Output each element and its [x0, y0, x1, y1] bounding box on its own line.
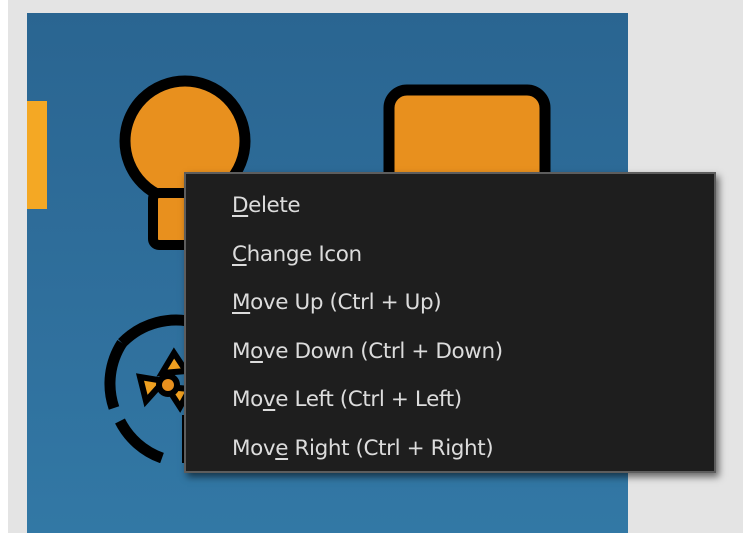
menu-item-move-up[interactable]: Move Up (Ctrl + Up) [186, 279, 714, 328]
menu-item-change-icon[interactable]: Change Icon [186, 231, 714, 280]
menu-item-delete[interactable]: Delete [186, 182, 714, 231]
menu-item-move-right[interactable]: Move Right (Ctrl + Right) [186, 425, 714, 474]
menu-item-move-left[interactable]: Move Left (Ctrl + Left) [186, 376, 714, 425]
context-menu: Delete Change Icon Move Up (Ctrl + Up) Move… [184, 172, 716, 473]
square-tile-icon[interactable] [382, 83, 552, 183]
edge-tab[interactable] [27, 101, 47, 209]
menu-item-move-down[interactable]: Move Down (Ctrl + Down) [186, 328, 714, 377]
